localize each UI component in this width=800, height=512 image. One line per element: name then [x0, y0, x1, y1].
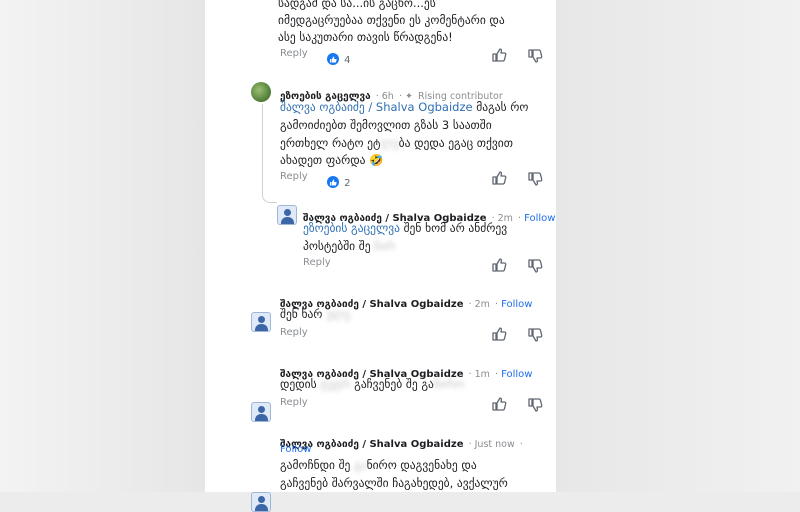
like-icon[interactable]	[491, 326, 507, 346]
comment-text-line: ეზოების გაცელვა შენ ხომ არ ანძრევ	[303, 221, 508, 235]
reply-button[interactable]: Reply	[280, 327, 308, 338]
mention-link[interactable]: შალვა ოგბაიძე / Shalva Ogbaidze	[280, 100, 473, 114]
comment-text-line: გამოიძიებთ შემოვლით გზას 3 საათში	[280, 118, 492, 132]
blurred-word: ტუტრ	[320, 377, 351, 391]
comment-text-line: შალვა ოგბაიძე / Shalva Ogbaidze მაგას რო	[280, 100, 529, 114]
like-badge-icon	[327, 175, 339, 188]
follow-button[interactable]: Follow	[280, 444, 311, 455]
likes-count: 4	[344, 55, 351, 66]
reply-button[interactable]: Reply	[303, 257, 331, 268]
timestamp: Just now	[474, 439, 515, 450]
comment-header: შალვა ოგბაიძე / Shalva Ogbaidze · Just n…	[280, 439, 523, 450]
background-right	[556, 0, 800, 492]
avatar[interactable]	[251, 312, 271, 332]
likes-counter: 4	[327, 48, 350, 67]
follow-button[interactable]: Follow	[501, 369, 532, 380]
like-icon[interactable]	[491, 170, 507, 190]
blurred-word: ულე	[326, 307, 351, 321]
like-icon[interactable]	[491, 47, 507, 67]
avatar[interactable]	[251, 402, 271, 422]
avatar[interactable]	[277, 205, 297, 225]
dislike-icon[interactable]	[527, 327, 543, 347]
blurred-word: ლე	[380, 136, 399, 150]
background-left	[0, 0, 205, 492]
comment-text-line: გაჩვენებ შარვალში ჩაგახედებ, ავქალურ	[280, 476, 508, 490]
avatar[interactable]	[251, 492, 271, 512]
dislike-icon[interactable]	[527, 397, 543, 417]
like-icon[interactable]	[491, 257, 507, 277]
avatar[interactable]	[251, 82, 271, 102]
mention-link[interactable]: ეზოების გაცელვა	[303, 221, 400, 235]
like-icon[interactable]	[491, 396, 507, 416]
blurred-word: ნირო	[433, 377, 465, 391]
follow-button[interactable]: Follow	[524, 213, 555, 224]
dislike-icon[interactable]	[527, 258, 543, 278]
reply-button[interactable]: Reply	[280, 48, 308, 59]
comment-text-line: გამოჩნდი შე განირო დაგვენახე და	[280, 458, 477, 472]
blurred-word: გა	[354, 458, 367, 472]
dislike-icon[interactable]	[527, 48, 543, 68]
follow-button[interactable]: Follow	[501, 299, 532, 310]
blurred-word: ნირ	[374, 239, 396, 253]
dislike-icon[interactable]	[527, 171, 543, 191]
reply-button[interactable]: Reply	[280, 171, 308, 182]
comment-text-line: ახადეთ ფარდა 🤣	[280, 153, 384, 167]
timestamp: 1m	[474, 369, 490, 380]
timestamp: 2m	[474, 299, 490, 310]
reply-button[interactable]: Reply	[280, 397, 308, 408]
comment-text-line: შენ ხარ ულე	[280, 307, 351, 321]
comment-text-line: დედის ტუტრ გაჩვენებ შე განირო	[280, 377, 465, 391]
like-badge-icon	[327, 52, 339, 65]
comment-text-line: ასე საკუთარი თავის წრადგენა!	[278, 30, 453, 44]
thread-connector	[262, 104, 277, 203]
comment-text-line: პოსტებში შე ნირ	[303, 239, 396, 253]
likes-counter: 2	[327, 171, 350, 190]
likes-count: 2	[344, 178, 351, 189]
